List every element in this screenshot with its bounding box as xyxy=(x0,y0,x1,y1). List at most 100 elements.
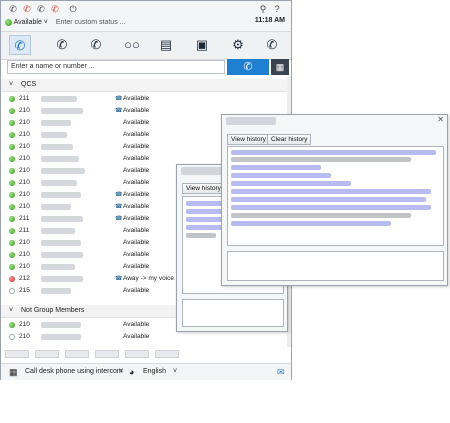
search-input[interactable]: Enter a name or number ... xyxy=(7,60,225,74)
quick-contacts-bar xyxy=(5,350,289,360)
chat-input[interactable] xyxy=(182,299,284,327)
contact-status: Available xyxy=(123,143,150,150)
quick-contact[interactable] xyxy=(125,350,149,358)
phone-icon: ☎ xyxy=(115,276,123,282)
contact-name-blurred xyxy=(41,96,77,102)
help-icon[interactable]: ? xyxy=(271,4,283,14)
contact-status: Available xyxy=(123,333,150,340)
phone-icon: ☎ xyxy=(115,192,123,198)
contact-extension: 215 xyxy=(19,287,30,294)
history-line xyxy=(186,225,226,230)
contact-name-blurred xyxy=(41,264,75,270)
contact-status: Available xyxy=(123,191,150,198)
contact-extension: 210 xyxy=(19,203,30,210)
status-selector[interactable]: Available ˅ Enter custom status ... xyxy=(5,17,125,28)
close-icon[interactable]: ✕ xyxy=(437,115,444,124)
contact-name-blurred xyxy=(41,144,73,150)
chat-input[interactable] xyxy=(227,251,444,281)
group-header-qcs[interactable]: ˅ QCS xyxy=(1,79,291,92)
presence-dot-icon xyxy=(9,264,15,270)
missed-call-icon[interactable]: ✆ xyxy=(21,4,33,14)
contact-name-blurred xyxy=(41,108,83,114)
forward-icon[interactable]: ✆ xyxy=(261,35,283,55)
presence-dot-icon xyxy=(9,96,15,102)
chat-window-front: ✕ View history Clear history xyxy=(221,114,448,286)
contact-name-blurred xyxy=(41,276,83,282)
contact-extension: 211 xyxy=(19,95,30,102)
power-icon[interactable]: ⏻ xyxy=(67,4,79,14)
voicemail-icon[interactable]: ○○ xyxy=(121,35,143,55)
contact-extension: 210 xyxy=(19,263,30,270)
keypad-button[interactable]: ▦ xyxy=(271,59,289,75)
contact-extension: 210 xyxy=(19,167,30,174)
chevron-down-icon[interactable]: ˅ xyxy=(9,305,13,317)
chat-icon[interactable]: ✉ xyxy=(277,364,285,380)
phone-icon: ☎ xyxy=(115,216,123,222)
clear-history-button[interactable]: Clear history xyxy=(267,134,312,145)
contact-name-blurred xyxy=(41,288,71,294)
custom-status-input[interactable]: Enter custom status ... xyxy=(56,19,126,26)
contact-name-blurred xyxy=(41,334,81,340)
presence-dot-icon xyxy=(9,228,15,234)
call-button[interactable]: ✆ xyxy=(227,59,269,75)
quick-contact[interactable] xyxy=(155,350,179,358)
handset-icon[interactable]: ✆ xyxy=(35,4,47,14)
dnd-phone-icon[interactable]: ✆ xyxy=(49,4,61,14)
quick-contact[interactable] xyxy=(35,350,59,358)
presence-dot-icon xyxy=(9,322,15,328)
call-log-icon[interactable]: ✆ xyxy=(51,35,73,55)
presence-dot-icon xyxy=(9,252,15,258)
contact-extension: 211 xyxy=(19,215,30,222)
chevron-down-icon[interactable]: ˅ xyxy=(9,79,13,91)
presence-dot-icon xyxy=(9,120,15,126)
view-history-button[interactable]: View history xyxy=(227,134,270,145)
status-label[interactable]: Available xyxy=(14,19,42,26)
contact-status: Available xyxy=(123,287,150,294)
contact-extension: 211 xyxy=(19,227,30,234)
gear-icon[interactable]: ⚙ xyxy=(227,35,249,55)
history-line xyxy=(231,181,351,186)
desk-phone-label[interactable]: Call desk phone using intercom xyxy=(25,364,123,380)
presence-dot-icon xyxy=(9,180,15,186)
contact-extension: 210 xyxy=(19,179,30,186)
contact-status: Available xyxy=(123,227,150,234)
quick-contact[interactable] xyxy=(95,350,119,358)
chevron-down-icon[interactable]: ˅ xyxy=(173,364,177,380)
presence-dot-icon xyxy=(9,288,15,294)
history-line xyxy=(186,201,226,206)
transfer-icon[interactable]: ✆ xyxy=(85,35,107,55)
contact-status: Available xyxy=(123,203,150,210)
dialpad-icon[interactable]: ✆ xyxy=(9,35,31,55)
quick-contact[interactable] xyxy=(65,350,89,358)
history-line xyxy=(186,209,226,214)
quick-contact[interactable] xyxy=(5,350,29,358)
history-line xyxy=(231,157,411,162)
globe-icon[interactable]: ◕ xyxy=(129,364,134,380)
contact-status: Available xyxy=(123,215,150,222)
history-line xyxy=(231,197,426,202)
presence-dot-icon xyxy=(9,144,15,150)
presence-dot-icon xyxy=(9,216,15,222)
history-line xyxy=(231,165,321,170)
contact-name-blurred xyxy=(41,192,81,198)
contact-name-blurred xyxy=(41,228,75,234)
contact-name-blurred xyxy=(41,240,81,246)
contacts-icon[interactable]: ▣ xyxy=(191,35,213,55)
contact-row[interactable]: 211 ☎ Available xyxy=(1,93,291,105)
footer: ▦ Call desk phone using intercom ˅ ◕ Eng… xyxy=(1,363,291,380)
chevron-down-icon[interactable]: ˅ xyxy=(119,364,123,380)
recordings-icon[interactable]: ▤ xyxy=(155,35,177,55)
phone-icon[interactable]: ✆ xyxy=(7,4,19,14)
phone-icon: ☎ xyxy=(115,108,123,114)
search-icon[interactable]: ⚲ xyxy=(257,4,269,14)
view-history-button[interactable]: View history xyxy=(182,183,225,194)
chevron-down-icon[interactable]: ˅ xyxy=(44,19,48,26)
contact-name-blurred xyxy=(41,156,79,162)
presence-dot-icon xyxy=(9,276,15,282)
top-bar: ✆ ✆ ✆ ✆ ⏻ ⚲ ? Available ˅ Enter custom s… xyxy=(1,1,291,31)
clock: 11:18 AM xyxy=(254,17,285,24)
contact-row[interactable]: 210 Available xyxy=(1,331,291,343)
keypad-icon[interactable]: ▦ xyxy=(9,364,18,380)
contact-status: Available xyxy=(123,155,150,162)
language-label[interactable]: English xyxy=(143,364,166,380)
